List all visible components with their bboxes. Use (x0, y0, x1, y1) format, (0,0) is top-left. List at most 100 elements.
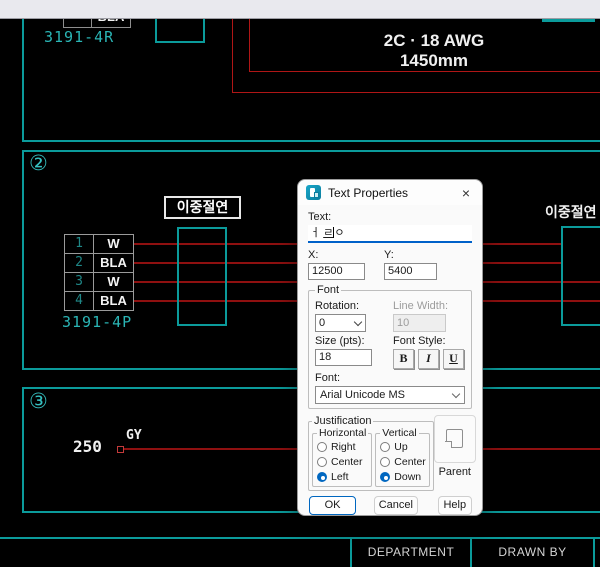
table-row: 1 W (65, 235, 133, 254)
parent-button[interactable] (434, 415, 476, 463)
wire-colorcode-label: GY (126, 428, 142, 443)
cable-spec-line2: 1450mm (354, 51, 514, 71)
window-top-bar (0, 0, 600, 19)
rotation-label: Rotation: (315, 300, 393, 312)
dialog-titlebar[interactable]: Text Properties × (298, 180, 482, 205)
section2-top-border (22, 150, 600, 152)
horizontal-label: Horizontal (317, 427, 368, 439)
y-label: Y: (384, 249, 464, 261)
section3-number-marker: ③ (29, 389, 48, 413)
component-rect-middle (177, 227, 227, 326)
section2-left-border (22, 150, 24, 370)
page-icon (446, 429, 463, 448)
rotation-value: 0 (319, 317, 325, 329)
titleblock-department: DEPARTMENT (352, 545, 470, 559)
connector-label-bottom: 3191-4P (62, 313, 132, 331)
x-label: X: (308, 249, 384, 261)
titleblock-top-border (0, 537, 600, 539)
x-input[interactable]: 12500 (308, 263, 365, 280)
line-width-input: 10 (393, 314, 446, 332)
font-select[interactable]: Arial Unicode MS (315, 386, 465, 404)
titleblock-divider (593, 539, 595, 567)
size-input[interactable]: 18 (315, 349, 372, 366)
justification-group-label: Justification (312, 415, 373, 427)
wire-color: W (94, 273, 133, 291)
component-box-bottom-edge (155, 41, 205, 43)
font-style-label: Font Style: (393, 335, 465, 347)
pin-number: 1 (65, 235, 94, 253)
text-input[interactable]: ㅓ ㄹㅇ (308, 225, 472, 243)
underline-button[interactable]: U (443, 349, 464, 369)
red-line-outer-vertical (232, 18, 233, 93)
radio-label: Right (331, 441, 356, 453)
text-field-label: Text: (308, 211, 472, 223)
italic-button[interactable]: I (418, 349, 439, 369)
radio-label: Center (331, 456, 363, 468)
wire-endpoint-marker (117, 446, 124, 453)
vertical-label: Vertical (380, 427, 418, 439)
component-box-right-edge (203, 18, 205, 43)
component-rect-right (561, 226, 600, 326)
pin-number: 4 (65, 292, 94, 310)
radio-label: Up (394, 441, 407, 453)
top-right-cyan-segment (542, 19, 595, 22)
close-icon[interactable]: × (458, 185, 474, 201)
radio-horizontal-center[interactable]: Center (317, 454, 368, 469)
wire-color: BLA (94, 254, 133, 272)
rotation-select[interactable]: 0 (315, 314, 366, 332)
section1-left-border (22, 18, 24, 141)
dialog-title: Text Properties (328, 186, 408, 200)
wire-length-label: 250 (73, 437, 102, 456)
help-button[interactable]: Help (438, 496, 472, 515)
radio-vertical-center[interactable]: Center (380, 454, 426, 469)
line-width-label: Line Width: (393, 300, 465, 312)
radio-icon-selected[interactable] (317, 472, 327, 482)
radio-label: Down (394, 471, 421, 483)
radio-icon[interactable] (380, 442, 390, 452)
text-properties-dialog: Text Properties × Text: ㅓ ㄹㅇ X: 12500 Y:… (297, 179, 483, 516)
vertical-justification-group: Vertical Up Center Down (375, 427, 430, 487)
cancel-button[interactable]: Cancel (374, 496, 417, 515)
component-box-left-edge (155, 18, 157, 43)
section3-left-border (22, 387, 24, 513)
connector-label-top: 3191-4R (44, 28, 114, 46)
text-value-before: ㅓ (310, 227, 323, 239)
radio-icon[interactable] (380, 457, 390, 467)
ok-button[interactable]: OK (309, 496, 356, 515)
section1-bottom-border (22, 140, 600, 142)
table-row: 3 W (65, 273, 133, 292)
wire-color: W (94, 235, 133, 253)
radio-horizontal-left[interactable]: Left (317, 469, 368, 484)
radio-icon-selected[interactable] (380, 472, 390, 482)
radio-label: Left (331, 471, 349, 483)
font-value: Arial Unicode MS (320, 389, 405, 401)
cable-spec: 2C · 18 AWG 1450mm (354, 31, 514, 71)
radio-vertical-up[interactable]: Up (380, 439, 426, 454)
app-icon (306, 185, 321, 200)
insulation-label-right: 이중절연 (545, 202, 597, 222)
font-label: Font: (315, 372, 465, 384)
wire-table: 1 W 2 BLA 3 W 4 BLA (64, 234, 134, 311)
insulation-label-left: 이중절연 (164, 196, 241, 219)
radio-vertical-down[interactable]: Down (380, 469, 426, 484)
font-group: Font Rotation: 0 Line Width: 10 Size (pt… (308, 284, 472, 409)
radio-icon[interactable] (317, 457, 327, 467)
wire-color: BLA (94, 292, 133, 310)
radio-horizontal-right[interactable]: Right (317, 439, 368, 454)
bold-button[interactable]: B (393, 349, 414, 369)
red-line-outer-horizontal (232, 92, 600, 93)
text-value-composing: ㄹ (323, 227, 333, 239)
cable-spec-line1: 2C · 18 AWG (354, 31, 514, 51)
radio-icon[interactable] (317, 442, 327, 452)
size-label: Size (pts): (315, 335, 393, 347)
pin-number: 2 (65, 254, 94, 272)
table-row: 4 BLA (65, 292, 133, 310)
justification-group: Justification Horizontal Right Center (308, 415, 434, 491)
horizontal-justification-group: Horizontal Right Center Left (312, 427, 372, 487)
table-row: 2 BLA (65, 254, 133, 273)
chevron-down-icon (354, 318, 362, 326)
radio-label: Center (394, 456, 426, 468)
y-input[interactable]: 5400 (384, 263, 437, 280)
red-line-inner-vertical (249, 18, 250, 72)
red-line-inner-horizontal (249, 71, 600, 72)
